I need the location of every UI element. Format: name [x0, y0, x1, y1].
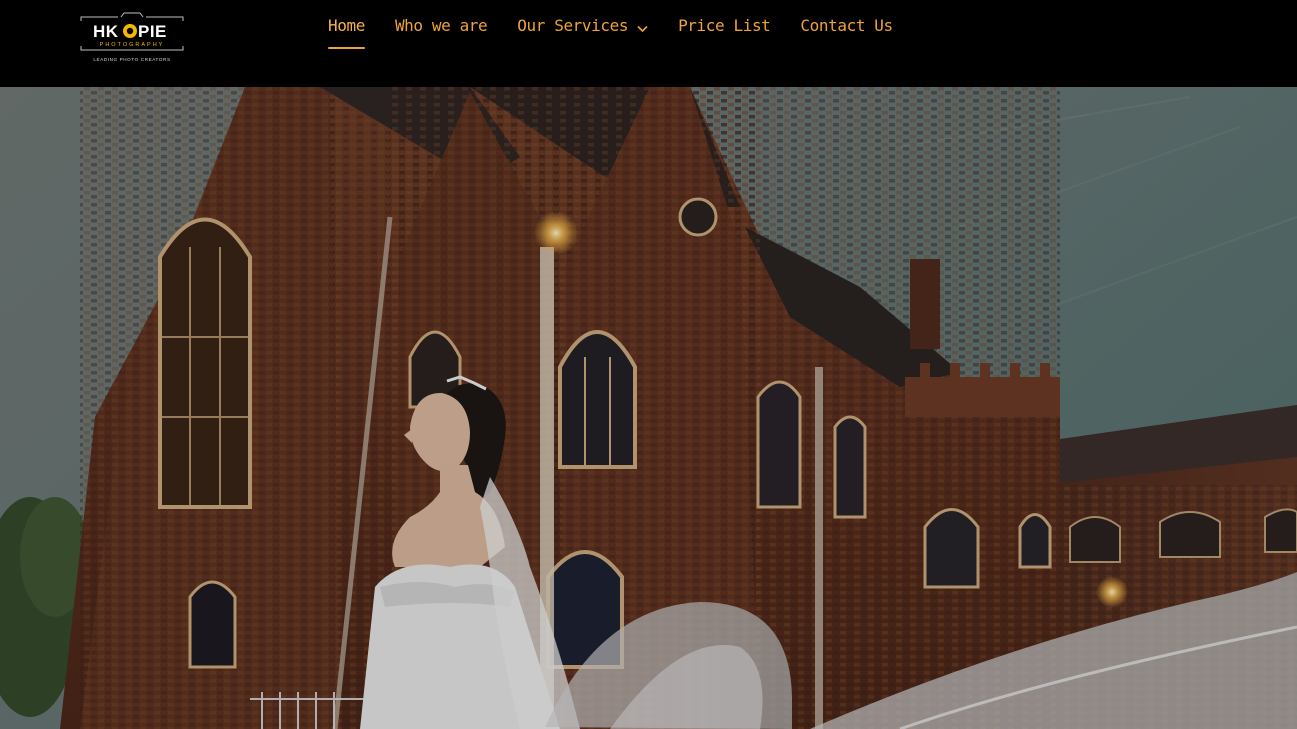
nav-item-who-we-are[interactable]: Who we are — [394, 0, 488, 52]
logo-subtitle: PHOTOGRAPHY — [100, 42, 165, 48]
active-indicator — [328, 47, 365, 49]
logo-text-hk: HK — [93, 22, 119, 41]
camera-aperture-icon — [123, 24, 137, 38]
site-logo[interactable]: HK PIE PHOTOGRAPHY LEADING PHOTO CREATOR… — [80, 12, 184, 64]
nav-item-label: Price List — [678, 16, 771, 35]
site-header: HK PIE PHOTOGRAPHY LEADING PHOTO CREATOR… — [0, 0, 1297, 87]
hero-photo — [0, 87, 1297, 729]
logo-graphic: HK PIE PHOTOGRAPHY LEADING PHOTO CREATOR… — [80, 12, 184, 62]
logo-tagline: LEADING PHOTO CREATORS — [93, 57, 170, 62]
nav-item-label: Our Services — [517, 16, 629, 35]
nav-item-label: Home — [328, 16, 365, 35]
nav-item-price-list[interactable]: Price List — [678, 0, 771, 52]
nav-item-our-services[interactable]: Our Services — [517, 0, 648, 52]
nav-item-label: Contact Us — [800, 16, 893, 35]
nav-item-label: Who we are — [394, 16, 488, 35]
nav-item-home[interactable]: Home — [328, 0, 365, 52]
chevron-down-icon[interactable] — [637, 18, 648, 37]
logo-text-pie: PIE — [138, 22, 167, 41]
main-navigation: Home Who we are Our Services Price List … — [328, 0, 923, 56]
hero-banner — [0, 87, 1297, 729]
nav-item-contact-us[interactable]: Contact Us — [800, 0, 893, 52]
